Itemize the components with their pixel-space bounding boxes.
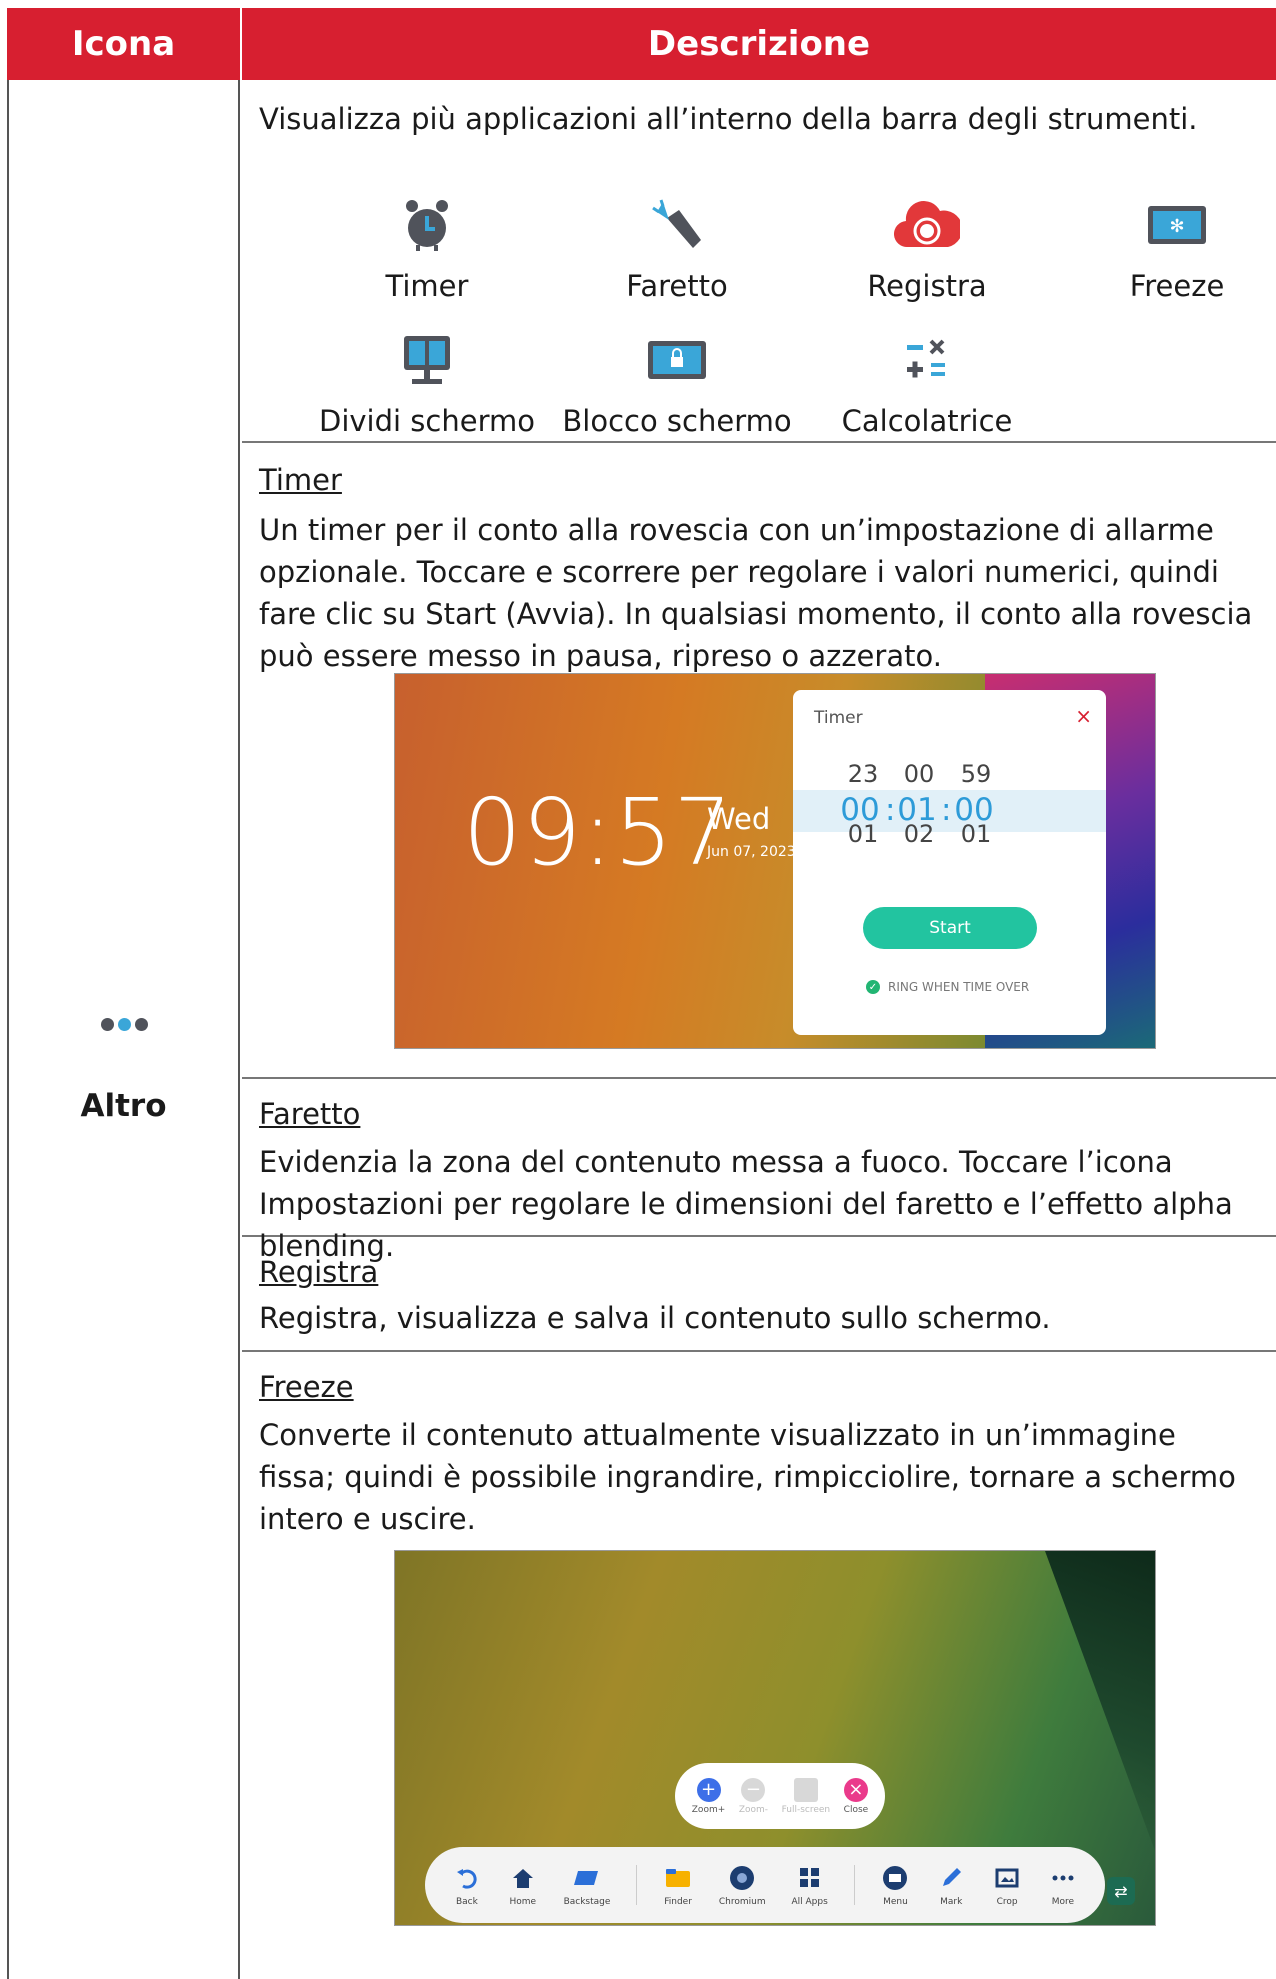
clock-display: 09:57 — [463, 779, 734, 886]
header-description-column: Descrizione — [242, 8, 1276, 80]
faretto-section: Faretto Evidenzia la zona del contenuto … — [242, 1079, 1276, 1263]
header-icon-column: Icona — [7, 8, 242, 80]
home-icon — [508, 1864, 538, 1892]
overview-item-freeze: ✻ Freeze — [1052, 195, 1276, 303]
back-button[interactable]: Back — [452, 1864, 482, 1907]
ring-option[interactable]: ✓ RING WHEN TIME OVER — [866, 980, 1029, 994]
fullscreen-icon — [793, 1777, 818, 1802]
icon-cell: Altro — [7, 80, 240, 1979]
home-button[interactable]: Home — [508, 1864, 538, 1907]
overview-text: Visualizza più applicazioni all’interno … — [259, 102, 1198, 136]
more-dots-icon — [101, 1018, 148, 1031]
faretto-title: Faretto — [259, 1097, 361, 1131]
close-button[interactable]: × Close — [843, 1777, 868, 1815]
overview-item-dividi: Dividi schermo — [302, 330, 552, 438]
svg-text:✻: ✻ — [1169, 216, 1184, 237]
registra-section: Registra Registra, visualizza e salva il… — [242, 1237, 1276, 1352]
registra-title: Registra — [259, 1255, 379, 1289]
overview-item-registra: Registra — [802, 195, 1052, 303]
overview-label: Calcolatrice — [841, 404, 1013, 438]
fullscreen-button[interactable]: Full-screen — [782, 1777, 830, 1815]
start-button[interactable]: Start — [863, 907, 1037, 949]
overview-label: Freeze — [1129, 269, 1225, 303]
grid-icon — [795, 1864, 825, 1892]
back-icon — [452, 1864, 482, 1892]
overview-label: Faretto — [626, 269, 728, 303]
zoom-out-icon: − — [741, 1777, 766, 1802]
all-apps-button[interactable]: All Apps — [791, 1864, 828, 1907]
bottom-toolbar: Back Home Backstage Finder Chromium All … — [425, 1847, 1105, 1923]
record-cloud-icon — [802, 195, 1052, 255]
menu-button[interactable]: Menu — [880, 1864, 910, 1907]
seconds-next[interactable]: 01 — [946, 820, 1006, 848]
snowflake-screen-icon: ✻ — [1052, 195, 1276, 255]
crop-button[interactable]: Crop — [992, 1864, 1022, 1907]
freeze-title: Freeze — [259, 1370, 354, 1404]
zoom-out-button[interactable]: − Zoom- — [739, 1777, 768, 1815]
overview-item-calcolatrice: Calcolatrice — [802, 330, 1052, 438]
hours-prev[interactable]: 23 — [833, 760, 893, 788]
more-icon — [1048, 1864, 1078, 1892]
more-label: Altro — [80, 1088, 167, 1124]
seconds-prev[interactable]: 59 — [946, 760, 1006, 788]
backstage-button[interactable]: Backstage — [564, 1864, 610, 1907]
overview-label: Timer — [385, 269, 469, 303]
zoom-in-icon: + — [696, 1777, 721, 1802]
overview-label: Blocco schermo — [562, 404, 792, 438]
hours-next[interactable]: 01 — [833, 820, 893, 848]
feature-table: Icona Descrizione Altro Visualizza più a… — [7, 8, 1276, 1979]
more-button[interactable]: More — [1048, 1864, 1078, 1907]
zoom-in-button[interactable]: + Zoom+ — [692, 1777, 725, 1815]
timer-screenshot: 09:57 Wed Jun 07, 2023 Timer × 23 00 59 … — [394, 673, 1156, 1049]
alarm-clock-icon — [302, 195, 552, 255]
pen-icon — [936, 1864, 966, 1892]
backstage-icon — [572, 1864, 602, 1892]
overview-label: Dividi schermo — [319, 404, 535, 438]
freeze-body: Converte il contenuto attualmente visual… — [259, 1418, 1236, 1536]
overview-item-timer: Timer — [302, 195, 552, 303]
folder-icon — [663, 1864, 693, 1892]
checkmark-icon: ✓ — [866, 980, 880, 994]
minutes-next[interactable]: 02 — [889, 820, 949, 848]
registra-body: Registra, visualizza e salva il contenut… — [259, 1301, 1051, 1335]
close-icon: × — [843, 1777, 868, 1802]
freeze-section: Freeze Converte il contenuto attualmente… — [242, 1352, 1276, 1979]
zoom-controls: + Zoom+ − Zoom- Full-screen × Close — [675, 1763, 885, 1829]
ring-label: RING WHEN TIME OVER — [888, 980, 1030, 994]
dialog-title: Timer — [814, 708, 863, 728]
minutes-prev[interactable]: 00 — [889, 760, 949, 788]
timer-title: Timer — [259, 463, 342, 497]
close-icon[interactable]: × — [1075, 704, 1092, 728]
calculator-icon — [802, 330, 1052, 390]
overview-item-blocco: Blocco schermo — [552, 330, 802, 438]
timer-dialog: Timer × 23 00 59 00 : 01 : 00 01 02 01 S… — [793, 690, 1106, 1035]
chromium-button[interactable]: Chromium — [719, 1864, 766, 1907]
overview-label: Registra — [867, 269, 987, 303]
timer-body: Un timer per il conto alla rovescia con … — [259, 513, 1253, 673]
flashlight-icon — [552, 195, 802, 255]
finder-button[interactable]: Finder — [663, 1864, 693, 1907]
freeze-screenshot: + Zoom+ − Zoom- Full-screen × Close Back Ho… — [394, 1550, 1156, 1926]
date-label: Jun 07, 2023 — [707, 844, 796, 860]
lock-screen-icon — [552, 330, 802, 390]
menu-icon — [880, 1864, 910, 1892]
crop-icon — [992, 1864, 1022, 1892]
overview-item-faretto: Faretto — [552, 195, 802, 303]
chromium-icon — [727, 1864, 757, 1892]
mark-button[interactable]: Mark — [936, 1864, 966, 1907]
switch-icon[interactable]: ⇄ — [1107, 1877, 1135, 1905]
split-screen-icon — [302, 330, 552, 390]
overview-section: Visualizza più applicazioni all’interno … — [242, 80, 1276, 443]
day-label: Wed — [707, 802, 771, 836]
timer-section: Timer Un timer per il conto alla rovesci… — [242, 443, 1276, 1079]
